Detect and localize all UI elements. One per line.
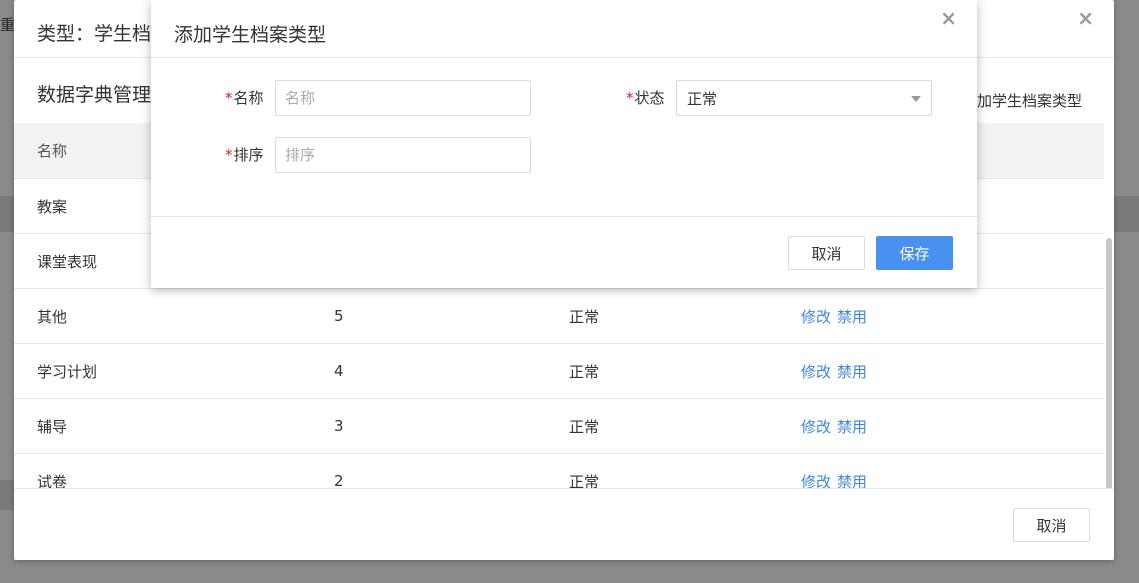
table-row: 学习计划 4 正常 修改 禁用 [14, 344, 1104, 399]
edit-link[interactable]: 修改 [801, 418, 831, 436]
status-select[interactable]: 正常 [676, 80, 932, 116]
cell-sort: 5 [334, 307, 344, 325]
cell-sort: 3 [334, 417, 344, 435]
cell-status: 正常 [569, 307, 600, 326]
name-label: *名称 [225, 87, 264, 108]
chevron-down-icon [911, 96, 921, 102]
background-strip [1114, 196, 1139, 232]
save-button[interactable]: 保存 [876, 236, 953, 270]
cell-name: 教案 [37, 197, 68, 216]
name-label-text: 名称 [233, 89, 264, 107]
cell-name: 课堂表现 [37, 252, 98, 271]
modal-title: 添加学生档案类型 [174, 24, 327, 46]
status-select-value: 正常 [687, 89, 718, 108]
cell-status: 正常 [569, 472, 600, 489]
cell-name: 其他 [37, 307, 68, 326]
close-icon[interactable]: × [940, 6, 957, 30]
background-strip [0, 196, 14, 232]
close-icon[interactable]: × [1077, 6, 1094, 30]
cell-name: 辅导 [37, 417, 68, 436]
disable-link[interactable]: 禁用 [837, 308, 867, 326]
edit-link[interactable]: 修改 [801, 473, 831, 489]
disable-link[interactable]: 禁用 [837, 473, 867, 489]
background-edge-text: 重 [0, 16, 16, 34]
column-header-name: 名称 [37, 142, 68, 160]
cell-name: 学习计划 [37, 362, 98, 381]
required-mark: * [225, 89, 233, 107]
table-scrollbar[interactable] [1106, 238, 1112, 488]
cell-sort: 4 [334, 362, 344, 380]
outer-dialog-footer: 取消 [14, 488, 1114, 560]
cell-actions: 修改 禁用 [801, 306, 873, 327]
cancel-button[interactable]: 取消 [788, 236, 865, 270]
sort-input[interactable] [275, 137, 531, 173]
add-type-modal: 添加学生档案类型 × *名称 *状态 正常 *排序 取消 保存 [151, 0, 977, 288]
outer-cancel-button[interactable]: 取消 [1013, 508, 1090, 542]
edit-link[interactable]: 修改 [801, 363, 831, 381]
modal-header: 添加学生档案类型 × [151, 0, 977, 58]
section-title: 数据字典管理 [37, 84, 152, 106]
cell-actions: 修改 禁用 [801, 361, 873, 382]
sort-label: *排序 [225, 144, 264, 165]
table-row: 其他 5 正常 修改 禁用 [14, 289, 1104, 344]
status-label: *状态 [626, 87, 665, 108]
outer-dialog-title: 类型：学生档 [37, 23, 152, 45]
cell-name: 试卷 [37, 472, 68, 489]
background-strip [0, 480, 14, 510]
table-row: 辅导 3 正常 修改 禁用 [14, 399, 1104, 454]
disable-link[interactable]: 禁用 [837, 418, 867, 436]
disable-link[interactable]: 禁用 [837, 363, 867, 381]
add-type-link[interactable]: 加学生档案类型 [977, 90, 1082, 111]
cell-actions: 修改 禁用 [801, 416, 873, 437]
cell-sort: 2 [334, 472, 344, 488]
sort-label-text: 排序 [233, 146, 264, 164]
name-input[interactable] [275, 80, 531, 116]
table-row: 试卷 2 正常 修改 禁用 [14, 454, 1104, 488]
cell-status: 正常 [569, 417, 600, 436]
modal-footer: 取消 保存 [151, 216, 977, 288]
required-mark: * [225, 146, 233, 164]
cell-actions: 修改 禁用 [801, 471, 873, 489]
cell-status: 正常 [569, 362, 600, 381]
required-mark: * [626, 89, 634, 107]
status-label-text: 状态 [634, 89, 665, 107]
edit-link[interactable]: 修改 [801, 308, 831, 326]
